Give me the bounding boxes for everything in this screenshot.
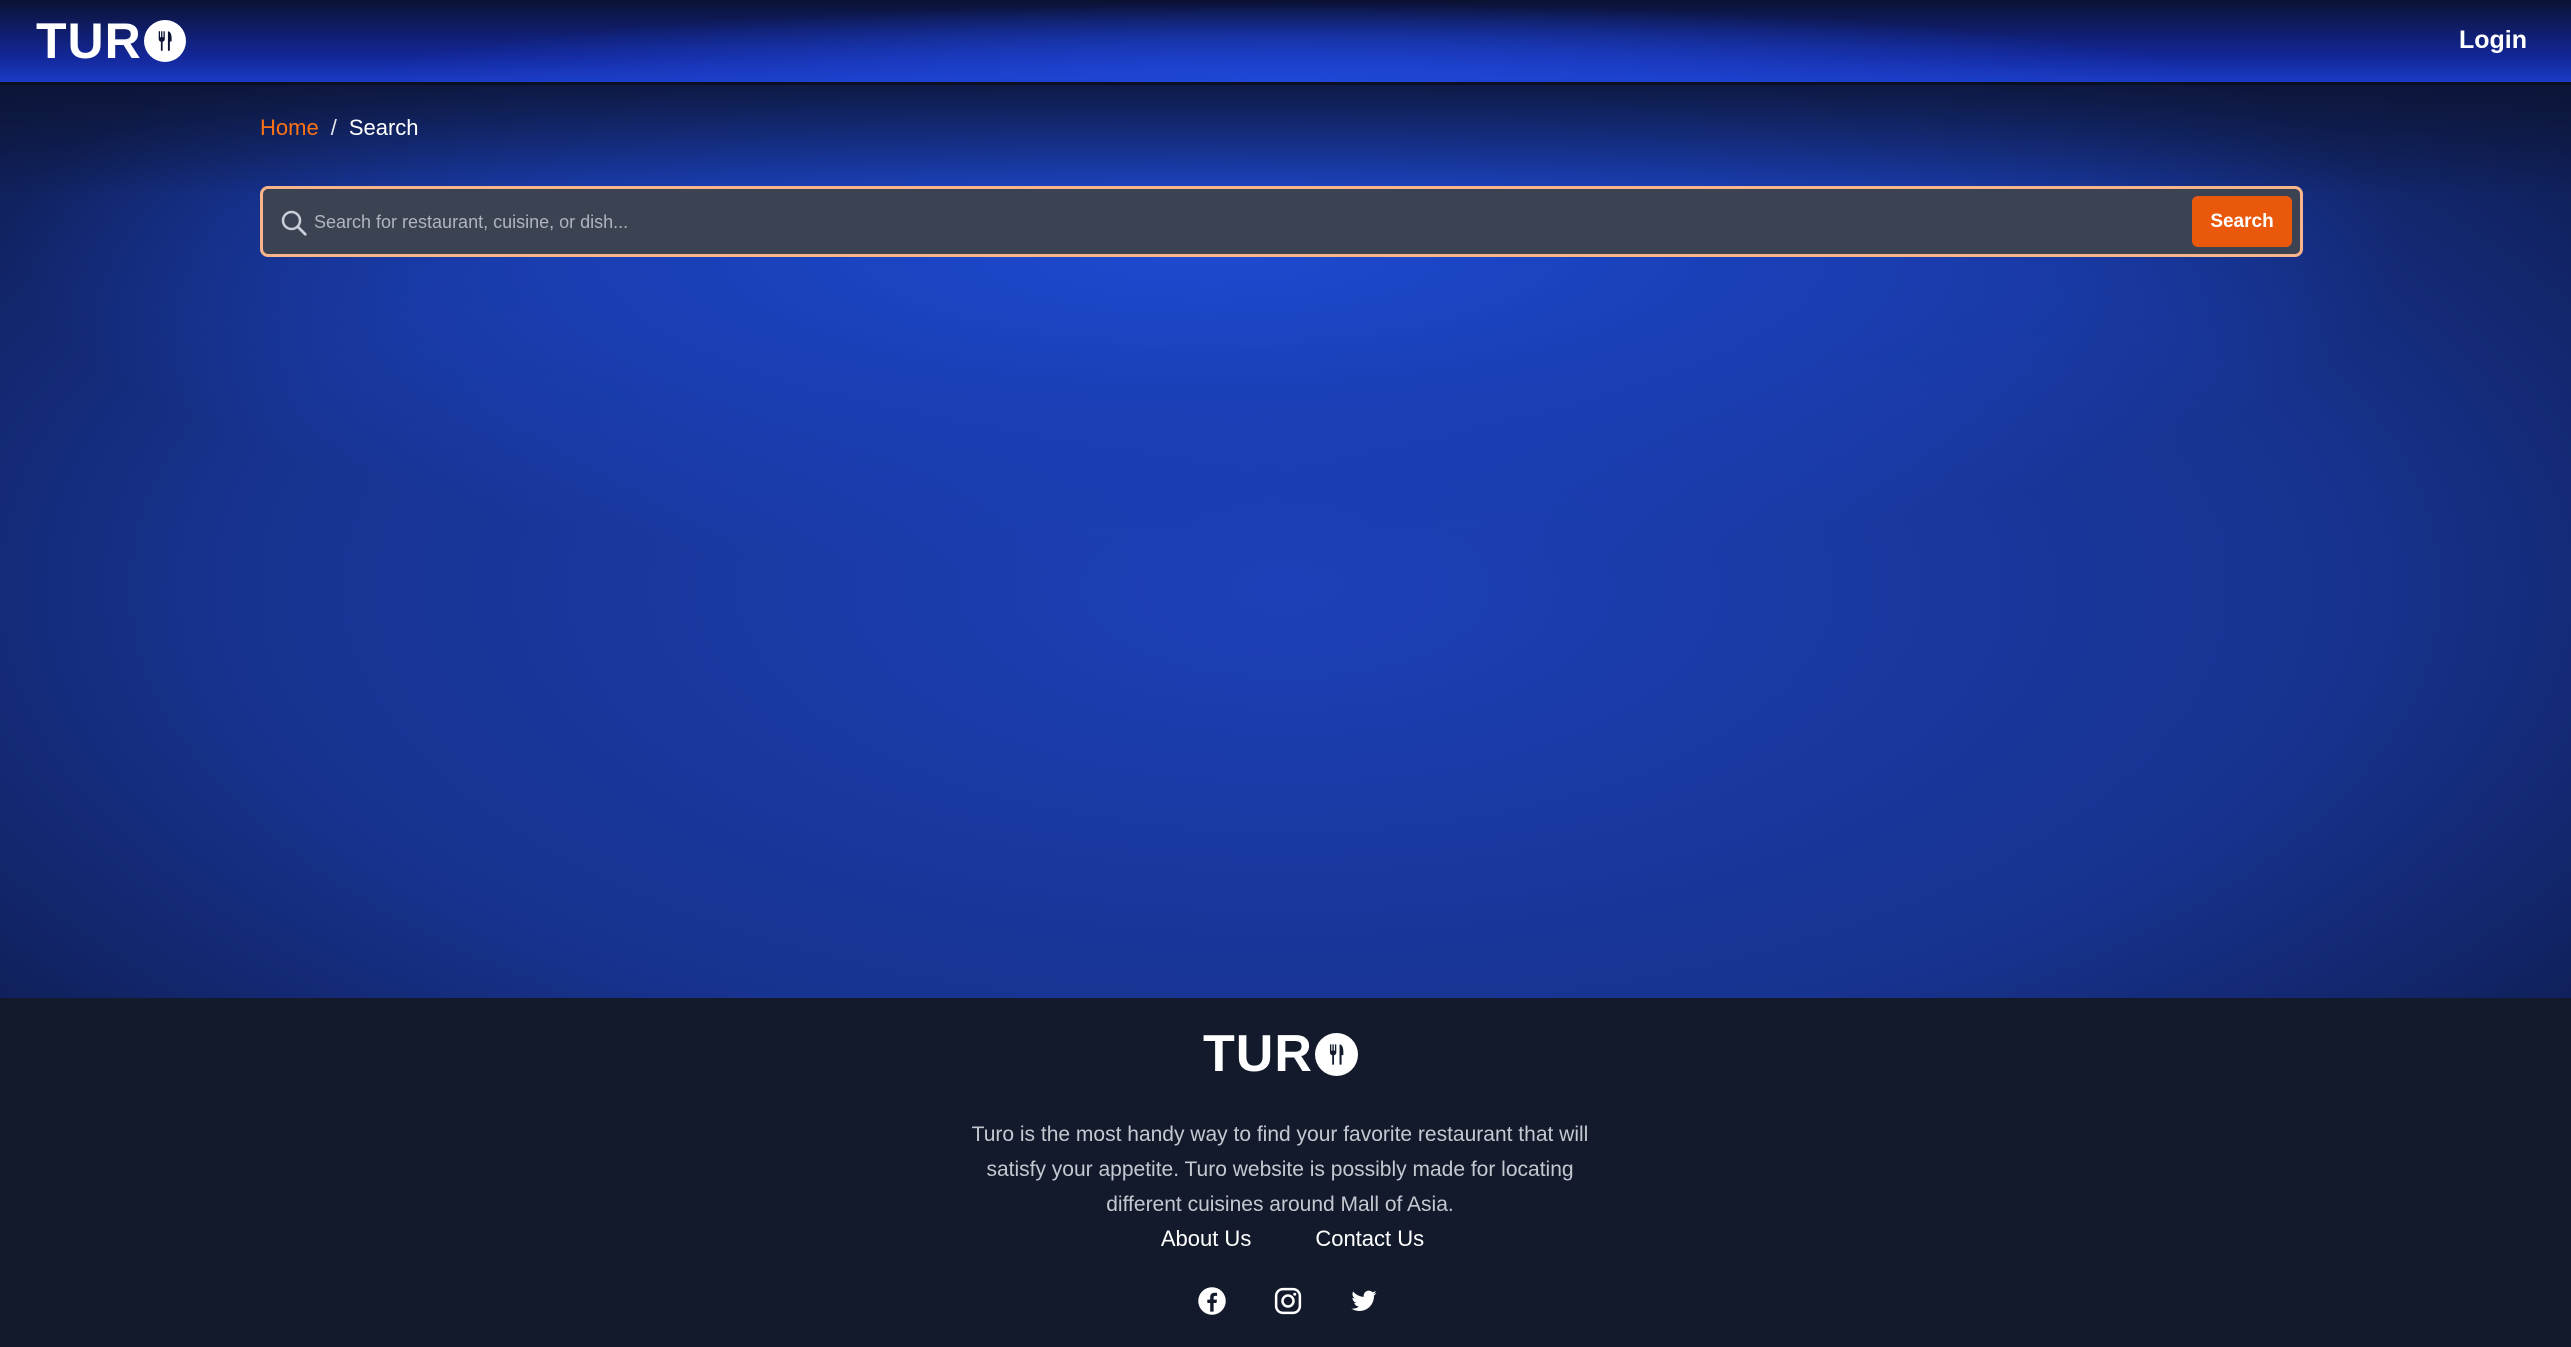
top-navbar: TUR Login [0,0,2571,85]
footer-logo-text: TUR [1203,1025,1313,1083]
search-page-main: Home / Search Search [0,85,2571,998]
breadcrumb-separator: / [330,115,337,140]
search-input[interactable] [314,199,1634,245]
footer-logo[interactable]: TUR [1203,1028,1358,1080]
breadcrumb-current: Search [348,115,419,140]
utensils-logo-icon [1314,1032,1358,1076]
search-bar: Search [260,186,2303,257]
facebook-icon[interactable] [1197,1286,1227,1316]
footer-description: Turo is the most handy way to find your … [971,1123,1589,1216]
footer: TUR Turo is the most handy way to find y… [0,998,2571,1347]
utensils-logo-icon [143,20,186,62]
instagram-icon[interactable] [1273,1286,1303,1316]
search-button[interactable]: Search [2192,196,2292,247]
breadcrumb: Home / Search [260,115,419,141]
twitter-icon[interactable] [1349,1286,1379,1316]
login-link[interactable]: Login [2459,26,2527,55]
contact-us-link[interactable]: Contact Us [1315,1226,1424,1252]
about-us-link[interactable]: About Us [1161,1226,1252,1252]
social-links [0,1286,2571,1316]
search-icon [279,208,309,238]
breadcrumb-home-link[interactable]: Home [260,115,319,141]
footer-links: About Us Contact Us [0,1226,2571,1252]
header-logo[interactable]: TUR [36,16,186,66]
logo-text: TUR [36,13,142,69]
page: TUR Login Home / Search Search for resta… [0,0,2571,1347]
